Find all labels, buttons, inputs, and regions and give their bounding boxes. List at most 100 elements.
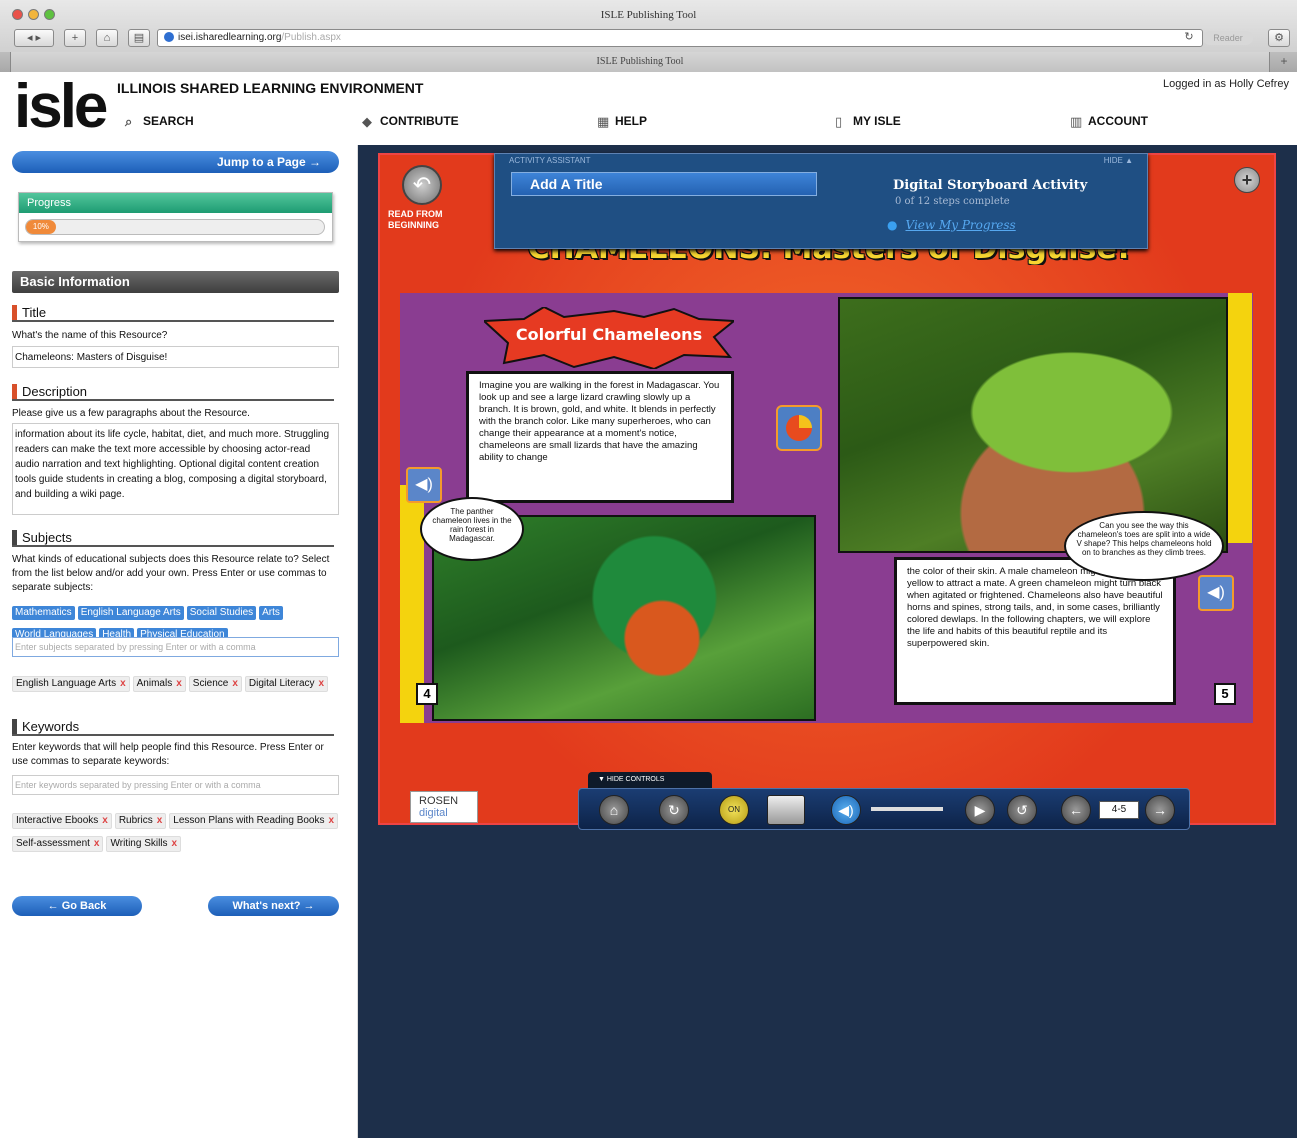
- highlight-toggle[interactable]: ON: [719, 795, 749, 825]
- tag-icon: ◆: [362, 113, 372, 129]
- nav-account[interactable]: ▥ ACCOUNT: [1070, 114, 1148, 128]
- window-title: ISLE Publishing Tool: [600, 9, 697, 21]
- resource-form-panel: Jump to a Page → Progress 10% Basic Info…: [0, 145, 358, 1138]
- subjects-prompt: What kinds of educational subjects does …: [12, 554, 330, 593]
- add-bookmark-button[interactable]: +: [64, 29, 86, 47]
- remove-chip-icon[interactable]: x: [329, 815, 335, 826]
- ebook-viewer: ↶ READ FROM BEGINNING + CHAMELEONS: Mast…: [358, 145, 1297, 1138]
- rosen-digital-logo[interactable]: ROSEN digital: [410, 791, 478, 823]
- selected-subjects-chip[interactable]: Digital Literacy x: [244, 676, 329, 692]
- description-section-heading: Description: [12, 384, 334, 401]
- settings-gear-icon[interactable]: ⚙: [1268, 29, 1290, 47]
- progress-fill: 10%: [26, 220, 56, 234]
- nav-help[interactable]: ▦ HELP: [597, 114, 647, 128]
- selected-keywords-chip[interactable]: Self-assessment x: [12, 836, 104, 852]
- read-from-beginning-label: READ FROM BEGINNING: [388, 209, 443, 230]
- chip-label: Rubrics: [118, 815, 153, 826]
- add-title-button[interactable]: Add A Title: [511, 172, 817, 196]
- hide-controls-tab[interactable]: ▼ HIDE CONTROLS: [588, 772, 712, 788]
- jump-to-page-button[interactable]: Jump to a Page →: [12, 151, 339, 173]
- rosen-logo-line1: ROSEN: [419, 795, 459, 807]
- address-bar[interactable]: isei.isharedlearning.org/Publish.aspx: [157, 29, 1203, 47]
- reload-button[interactable]: ↻: [659, 795, 689, 825]
- title-section-heading: Title: [12, 305, 334, 322]
- view-progress-link[interactable]: View My Progress: [887, 218, 1015, 232]
- suggested-subjects-chip[interactable]: English Language Arts: [77, 606, 184, 620]
- remove-chip-icon[interactable]: x: [94, 838, 100, 849]
- remove-chip-icon[interactable]: x: [172, 838, 178, 849]
- title-input[interactable]: Chameleons: Masters of Disguise!: [12, 346, 339, 368]
- chip-label: Arts: [262, 607, 280, 618]
- zoom-in-button[interactable]: +: [1234, 167, 1260, 193]
- pie-chart-icon[interactable]: [776, 405, 822, 451]
- volume-slider[interactable]: [871, 807, 943, 811]
- activity-assistant-panel: ACTIVITY ASSISTANT HIDE ▲ Add A Title Di…: [494, 153, 1148, 249]
- remove-chip-icon[interactable]: x: [120, 678, 126, 689]
- next-page-button[interactable]: →: [1145, 795, 1175, 825]
- selected-keywords-chip[interactable]: Writing Skills x: [106, 836, 182, 852]
- selected-subjects-chip[interactable]: Science x: [188, 676, 242, 692]
- audio-speaker-right-icon[interactable]: ◀): [1198, 575, 1234, 611]
- url-path: /Publish.aspx: [281, 32, 341, 43]
- rosen-logo-line2: digital: [419, 807, 448, 819]
- ebook-spread: ↶ READ FROM BEGINNING + CHAMELEONS: Mast…: [378, 153, 1276, 830]
- go-back-button[interactable]: ← Go Back: [12, 896, 142, 916]
- selected-keywords-chip[interactable]: Interactive Ebooks x: [12, 813, 112, 829]
- home-icon[interactable]: ⌂: [96, 29, 118, 47]
- activity-title: Digital Storyboard Activity: [893, 178, 1088, 193]
- whats-next-button[interactable]: What's next? →: [208, 896, 339, 916]
- selected-subjects-chip[interactable]: Animals x: [132, 676, 186, 692]
- nav-contribute[interactable]: ◆ CONTRIBUTE: [362, 114, 459, 128]
- back-forward-button[interactable]: ◂ ▸: [14, 29, 54, 47]
- selected-keywords: Interactive Ebooks x Rubrics x Lesson Plans …: [12, 810, 342, 856]
- suggested-subjects-chip[interactable]: Arts: [259, 606, 283, 620]
- page-number-left: 4: [416, 683, 438, 705]
- chip-label: Animals: [136, 678, 173, 689]
- activity-steps: 0 of 12 steps complete: [895, 196, 1010, 207]
- remove-chip-icon[interactable]: x: [319, 678, 325, 689]
- nav-contribute-label: CONTRIBUTE: [380, 114, 459, 128]
- remove-chip-icon[interactable]: x: [176, 678, 182, 689]
- chip-label: Science: [192, 678, 229, 689]
- nav-search[interactable]: ⌕ SEARCH: [125, 114, 194, 128]
- subjects-input[interactable]: Enter subjects separated by pressing Ent…: [12, 637, 339, 657]
- logged-in-status: Logged in as Holly Cefrey: [1163, 78, 1289, 90]
- page-input[interactable]: 4-5: [1099, 801, 1139, 819]
- reload-icon[interactable]: ↻: [1180, 29, 1198, 47]
- tab-active[interactable]: ISLE Publishing Tool: [10, 52, 1270, 72]
- new-tab-button[interactable]: +: [1275, 54, 1293, 68]
- subjects-section-heading: Subjects: [12, 530, 334, 547]
- nav-my-isle[interactable]: ▯ MY ISLE: [835, 114, 901, 128]
- selected-subjects-chip[interactable]: English Language Arts x: [12, 676, 130, 692]
- hide-panel-button[interactable]: HIDE ▲: [1104, 156, 1133, 165]
- suggested-subjects-chip[interactable]: Mathematics: [12, 606, 75, 620]
- remove-chip-icon[interactable]: x: [232, 678, 238, 689]
- selected-keywords-chip[interactable]: Rubrics x: [114, 813, 167, 829]
- volume-icon[interactable]: ◀): [831, 795, 861, 825]
- keywords-section-heading: Keywords: [12, 719, 334, 736]
- home-button[interactable]: ⌂: [599, 795, 629, 825]
- audio-speaker-left-icon[interactable]: ◀): [406, 467, 442, 503]
- text-size-button[interactable]: [767, 795, 805, 825]
- chip-label: Self-assessment: [16, 838, 90, 849]
- play-button[interactable]: ▶: [965, 795, 995, 825]
- selected-keywords-chip[interactable]: Lesson Plans with Reading Books x: [169, 813, 339, 829]
- description-textarea[interactable]: information about its life cycle, habita…: [12, 423, 339, 515]
- player-controls: ⌂ ↻ ON ◀) ▶ ↺ ← 4-5 →: [578, 788, 1190, 830]
- caption-panther: The panther chameleon lives in the rain …: [420, 497, 524, 561]
- read-from-beginning-button[interactable]: ↶: [402, 165, 442, 205]
- reader-button[interactable]: Reader: [1203, 31, 1253, 45]
- replay-button[interactable]: ↺: [1007, 795, 1037, 825]
- keywords-input[interactable]: Enter keywords separated by pressing Ent…: [12, 775, 339, 795]
- remove-chip-icon[interactable]: x: [102, 815, 108, 826]
- remove-chip-icon[interactable]: x: [157, 815, 163, 826]
- caption-toes: Can you see the way this chameleon's toe…: [1064, 511, 1224, 581]
- site-title: ILLINOIS SHARED LEARNING ENVIRONMENT: [117, 80, 424, 96]
- help-icon: ▦: [597, 113, 610, 129]
- suggested-subjects-chip[interactable]: Social Studies: [186, 606, 257, 620]
- isle-logo[interactable]: isle: [14, 72, 108, 142]
- previous-page-button[interactable]: ←: [1061, 795, 1091, 825]
- chip-label: Writing Skills: [110, 838, 168, 849]
- print-icon[interactable]: ▤: [128, 29, 150, 47]
- chapter-title-wrap: Colorful Chameleons: [484, 307, 734, 369]
